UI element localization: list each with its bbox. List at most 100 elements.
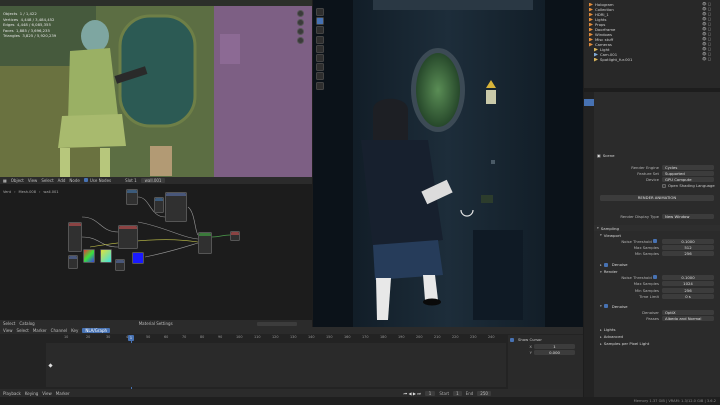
timeline[interactable]: View Select Marker Channel Key NLA/Graph… [0,327,583,397]
view-menu[interactable]: View [42,391,52,396]
timeline-menu-channel[interactable]: Channel [51,328,67,333]
outliner[interactable]: Hologram Collection HDRI_1 Lights Props … [584,0,720,88]
cursor-x-field[interactable]: 1 [534,344,575,350]
samples-per-pixel-subpanel[interactable]: ▸ Samples per Pixel Light [594,341,720,347]
tool-scale-icon[interactable] [316,44,324,53]
tab-output-icon[interactable] [584,106,594,113]
denoiser-select[interactable]: OptiX [662,310,714,316]
tool-move-icon[interactable] [316,26,324,35]
show-cursor-toggle[interactable]: Show Cursor [508,335,583,344]
node-normal-map[interactable] [68,255,78,269]
viewport-left[interactable]: Objects 1 / 1,422 Vertices 4,448 / 3,484… [0,0,312,177]
time-limit-field[interactable]: 0 s [662,293,714,299]
pan-icon[interactable] [296,19,304,26]
tool-cursor-icon[interactable] [316,17,324,26]
tab-render-icon[interactable] [584,99,594,106]
status-select[interactable]: Select [3,321,15,326]
cursor-y-row: Y 0.000 [508,349,583,356]
tab-object-icon[interactable] [584,134,594,141]
advanced-subpanel[interactable]: ▸ Advanced [594,334,720,340]
vp-noise-row: Noise Threshold 0.1000 [594,238,720,244]
lights-subpanel[interactable]: ▸ Lights [594,327,720,333]
feature-set-row: Feature Set Supported [594,170,720,176]
properties-content: ▣ Scene Render Engine Cycles Feature Set Su… [594,92,720,347]
playback-menu[interactable]: Playback [3,391,21,396]
marker-menu[interactable]: Marker [56,391,70,396]
tool-transform-icon[interactable] [316,53,324,62]
grid-icon[interactable] [296,37,304,44]
denoise-vp-subpanel[interactable]: ▸ Denoise [594,262,720,268]
timeline-mode-select[interactable]: NLA/Graph [82,328,111,333]
keying-menu[interactable]: Keying [25,391,38,396]
tab-tool-icon[interactable] [584,92,594,99]
r-max-field[interactable]: 1024 [662,281,714,287]
node-bump[interactable] [115,259,125,271]
render-engine-select[interactable]: Cycles [662,164,714,170]
node-bsdf[interactable] [198,232,212,254]
vp-max-field[interactable]: 512 [662,244,714,250]
zoom-icon[interactable] [296,10,304,17]
node-color-ramp[interactable] [165,192,187,222]
timeline-menu-view[interactable]: View [3,328,13,333]
display-type-select[interactable]: New Window [662,213,714,219]
vp-min-field[interactable]: 256 [662,251,714,257]
properties-tab-column [584,92,594,397]
playback-controls[interactable]: ⏮ ◀ ▶ ⏭ [404,391,421,396]
node-editor[interactable]: ▦ Object View Select Add Node Use Nodes … [0,177,312,327]
passes-select[interactable]: Albedo and Normal [662,316,714,322]
status-catalog[interactable]: Catalog [19,321,34,326]
render-engine-row: Render Engine Cycles [594,164,720,170]
timeline-header: View Select Marker Channel Key NLA/Graph [0,327,583,334]
tab-scene-icon[interactable] [584,120,594,127]
r-noise-field[interactable]: 0.1000 [662,275,714,281]
osl-row[interactable]: Open Shading Language [594,183,720,189]
timeline-menu-select[interactable]: Select [17,328,29,333]
vp-min-row: Min Samples 256 [594,251,720,257]
vp-max-row: Max Samples 512 [594,244,720,250]
r-min-field[interactable]: 256 [662,287,714,293]
device-select[interactable]: GPU Compute [662,176,714,182]
navigation-gizmo[interactable] [291,10,309,44]
timeline-track-area[interactable] [46,343,506,387]
playback-bar: Playback Keying View Marker ⏮ ◀ ▶ ⏭ 1 St… [0,389,583,397]
tab-world-icon[interactable] [584,127,594,134]
node-mapping[interactable] [126,189,138,205]
end-frame-field[interactable]: 250 [477,390,491,396]
node-math[interactable] [154,197,164,213]
status-text: Memory 1.37 GiB | VRAM: 1.3/12.0 GiB | 3… [633,399,716,403]
node-material-output[interactable] [230,231,240,241]
tool-annotate-icon[interactable] [316,63,324,72]
vp-noise-field[interactable]: 0.1000 [662,238,714,244]
render-viewport[interactable] [313,0,583,335]
timeline-menu-key[interactable]: Key [71,328,78,333]
time-limit-row: Time Limit 0 s [594,293,720,299]
render-animation-button[interactable]: RENDER ANIMATION [600,194,714,201]
sampling-panel[interactable]: ▾ Sampling [594,225,720,232]
tab-view-layer-icon[interactable] [584,113,594,120]
node-rgb-swatch-2[interactable] [100,249,112,263]
node-image-texture-1[interactable] [118,225,138,249]
feature-set-select[interactable]: Supported [662,170,714,176]
tool-select-icon[interactable] [316,8,324,16]
outliner-item[interactable]: Spotlight_fur.001 [584,57,720,62]
frame-ruler[interactable]: 10 20 30 40 50 60 70 80 90 100 110 120 1… [46,335,506,341]
properties-editor[interactable]: ▣ Scene Render Engine Cycles Feature Set Su… [584,92,720,397]
timeline-menu-marker[interactable]: Marker [33,328,47,333]
node-search-field[interactable] [256,321,297,326]
tool-add-icon[interactable] [316,81,324,90]
node-blue-color[interactable] [132,252,144,264]
stat-triangles: Triangles 3,825 / 5,920,239 [3,33,57,39]
tool-measure-icon[interactable] [316,72,324,81]
node-rgb-swatch[interactable] [83,249,95,263]
start-frame-field[interactable]: 1 [453,390,462,396]
cursor-y-field[interactable]: 0.000 [534,349,575,355]
node-texture-coord[interactable] [68,222,82,252]
device-row: Device GPU Compute [594,176,720,182]
camera-view-icon[interactable] [296,28,304,35]
outliner-visibility-column: 👁 ▢ 👁 ▢ 👁 ▢ 👁 ▢ 👁 ▢ 👁 ▢ 👁 ▢ 👁 ▢ 👁 ▢ 👁 ▢ 👁 ▢ 👁 ▢ [702,2,712,61]
render-toolbar [316,8,326,91]
material-settings-dropdown[interactable]: Material Settings [139,321,173,326]
tool-rotate-icon[interactable] [316,35,324,44]
current-frame-field[interactable]: 1 [424,390,436,396]
outliner-list: Hologram Collection HDRI_1 Lights Props … [584,0,720,62]
